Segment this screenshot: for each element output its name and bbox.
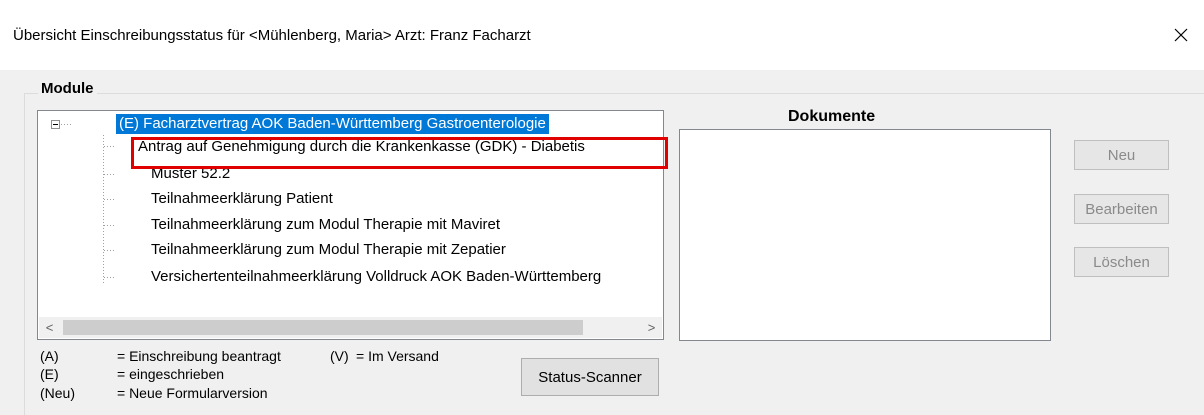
close-icon [1174,28,1188,42]
tree-item-versichertenteilnahme[interactable]: Versichertenteilnahmeerklärung Volldruck… [151,267,601,287]
documents-title: Dokumente [788,108,876,125]
tree-connector-lines [61,124,116,283]
scroll-right-arrow-icon[interactable]: > [641,317,662,338]
tree-item-gdk-antrag[interactable]: Antrag auf Genehmigung durch die Kranken… [138,137,585,157]
scrollbar-thumb[interactable] [63,320,583,335]
legend-text-neu: = Neue Formularversion [117,385,268,401]
scroll-left-arrow-icon[interactable]: < [39,317,60,338]
legend-text-a: = Einschreibung beantragt [117,348,281,364]
tree-item-muster-52-2[interactable]: Muster 52.2 [151,164,230,184]
documents-list[interactable] [679,129,1051,341]
legend-code-e: (E) [40,366,59,382]
legend-code-a: (A) [40,348,59,364]
close-button[interactable] [1158,14,1204,56]
loeschen-button[interactable]: Löschen [1074,247,1169,277]
tree-horizontal-scrollbar[interactable]: < > [39,317,662,338]
collapse-toggle[interactable] [51,120,60,129]
tree-item-teilnahmeerklaerung-patient[interactable]: Teilnahmeerklärung Patient [151,189,333,209]
tree-root-item[interactable]: (E) Facharztvertrag AOK Baden-Württember… [116,114,549,134]
status-scanner-button[interactable]: Status-Scanner [521,358,659,396]
tree-item-modul-zepatier[interactable]: Teilnahmeerklärung zum Modul Therapie mi… [151,240,506,260]
tree-item-modul-maviret[interactable]: Teilnahmeerklärung zum Modul Therapie mi… [151,215,500,235]
legend-text-v: = Im Versand [356,348,439,364]
legend-text-e: = eingeschrieben [117,366,225,382]
legend-code-neu: (Neu) [40,385,76,401]
neu-button[interactable]: Neu [1074,140,1169,170]
bearbeiten-button[interactable]: Bearbeiten [1074,194,1169,224]
legend-code-v: (V) [330,348,349,364]
window-title: Übersicht Einschreibungsstatus für <Mühl… [13,27,531,44]
module-group-label: Module [38,80,97,97]
module-tree[interactable]: (E) Facharztvertrag AOK Baden-Württember… [37,110,664,340]
title-bar: Übersicht Einschreibungsstatus für <Mühl… [0,0,1204,70]
